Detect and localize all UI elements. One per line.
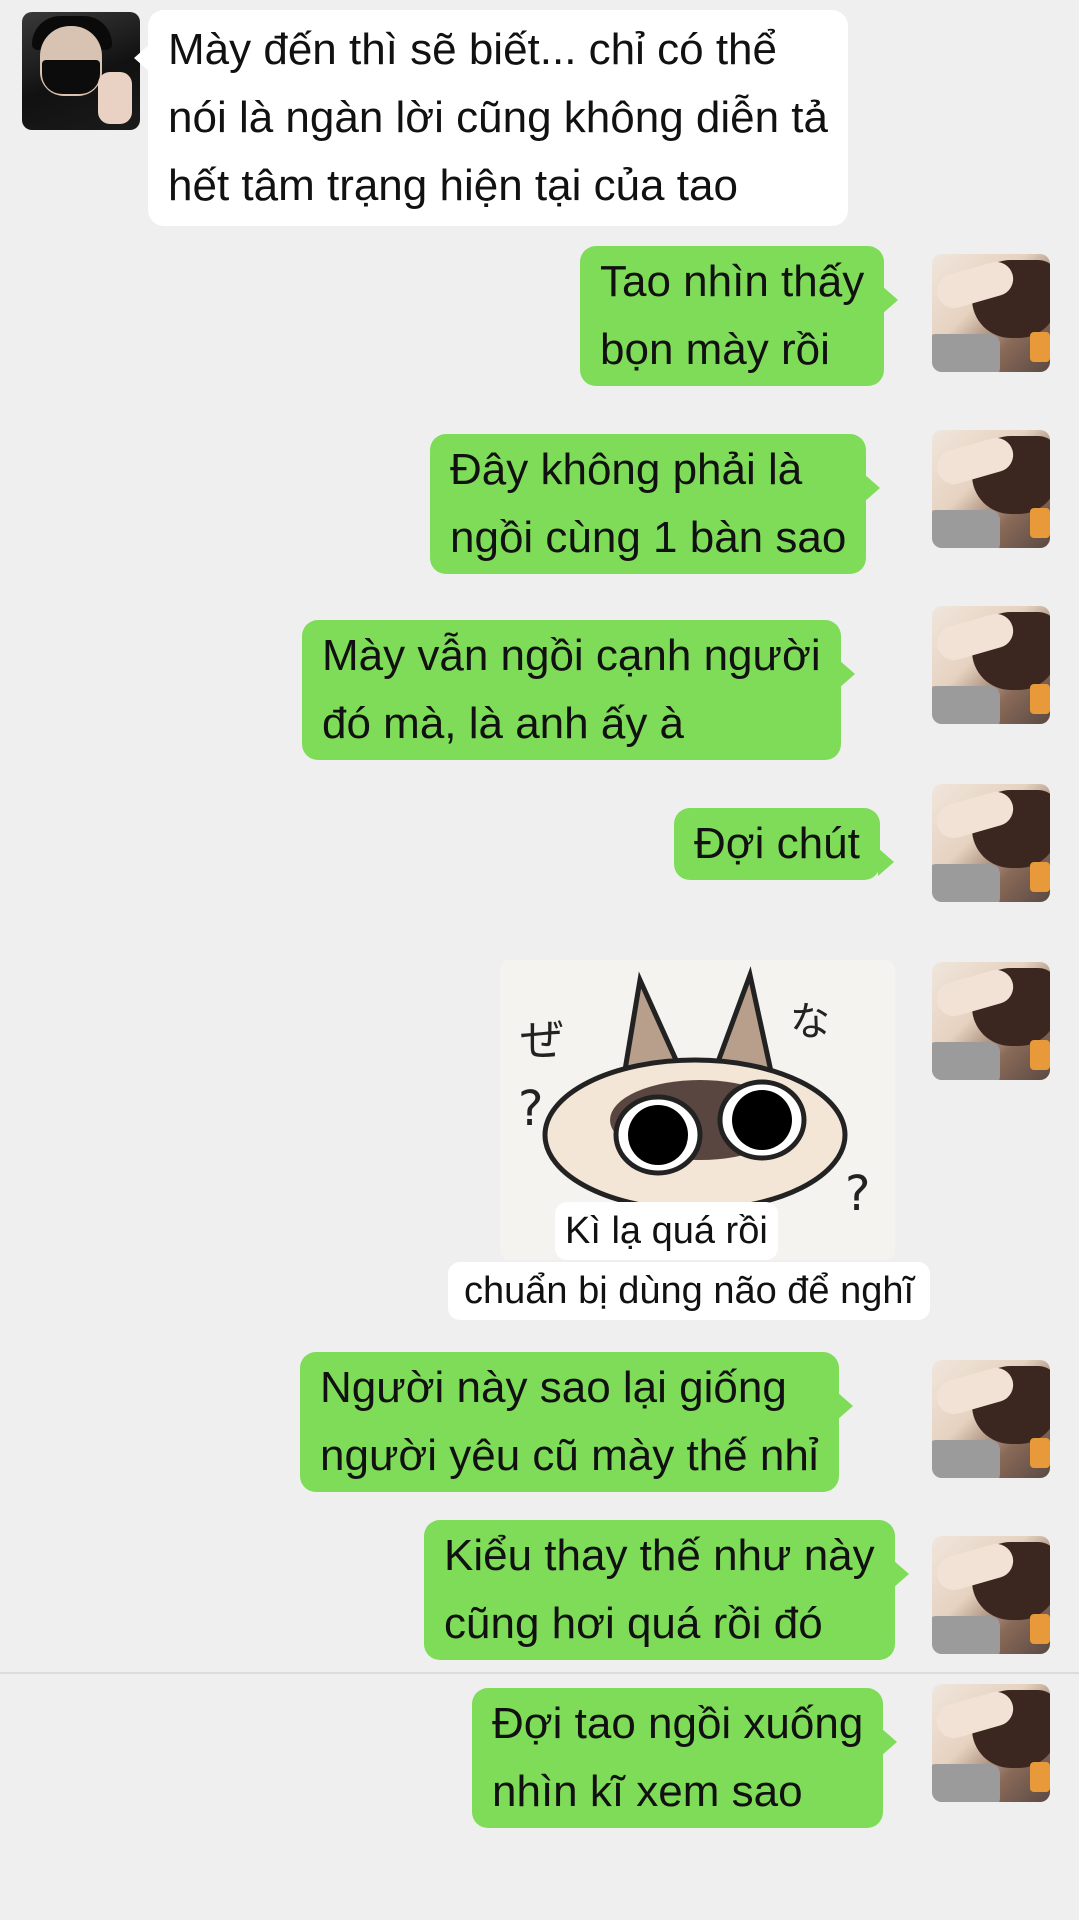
message-line: Tao nhìn thấy xyxy=(600,257,865,306)
sent-message-bubble[interactable]: Kiểu thay thế như này cũng hơi quá rồi đ… xyxy=(424,1520,909,1660)
sent-message-bubble[interactable]: Mày vẫn ngồi cạnh người đó mà, là anh ấy… xyxy=(302,620,855,760)
message-line: Người này sao lại giống xyxy=(320,1363,787,1412)
svg-text:な: な xyxy=(790,999,830,1045)
message-line: bọn mày rồi xyxy=(600,325,830,374)
my-avatar[interactable] xyxy=(932,430,1050,548)
divider xyxy=(0,1672,1079,1674)
sticker-caption: Kì lạ quá rồi xyxy=(555,1202,778,1260)
svg-text:ぜ: ぜ xyxy=(520,1015,564,1066)
avatar-sleeve xyxy=(932,1616,1000,1654)
message-line: Mày đến thì sẽ biết... chỉ có thể xyxy=(168,25,777,74)
friend-avatar[interactable] xyxy=(22,12,140,130)
avatar-accent xyxy=(1030,1614,1050,1644)
message-line: Mày vẫn ngồi cạnh người xyxy=(322,631,821,680)
avatar-sleeve xyxy=(932,1042,1000,1080)
sticker-caption-line: Kì lạ quá rồi xyxy=(565,1210,768,1252)
avatar-sleeve xyxy=(932,510,1000,548)
message-line: người yêu cũ mày thế nhỉ xyxy=(320,1431,819,1480)
avatar-mask xyxy=(42,60,100,94)
my-avatar[interactable] xyxy=(932,1684,1050,1802)
message-line: cũng hơi quá rồi đó xyxy=(444,1599,823,1648)
avatar-sleeve xyxy=(932,334,1000,372)
avatar-accent xyxy=(1030,332,1050,362)
sent-message-bubble[interactable]: Đợi tao ngồi xuống nhìn kĩ xem sao xyxy=(472,1688,898,1828)
avatar-accent xyxy=(1030,508,1050,538)
sent-message-bubble[interactable]: Đợi chút xyxy=(674,808,894,880)
avatar-sleeve xyxy=(932,1764,1000,1802)
my-avatar[interactable] xyxy=(932,784,1050,902)
my-avatar[interactable] xyxy=(932,1536,1050,1654)
avatar-sleeve xyxy=(932,864,1000,902)
message-line: nói là ngàn lời cũng không diễn tả xyxy=(168,93,828,142)
message-line: Đợi chút xyxy=(694,819,860,868)
avatar-sleeve xyxy=(932,1440,1000,1478)
sent-message-bubble[interactable]: Đây không phải là ngồi cùng 1 bàn sao xyxy=(430,434,881,574)
my-avatar[interactable] xyxy=(932,254,1050,372)
sticker-caption: chuẩn bị dùng não để nghĩ xyxy=(448,1262,931,1320)
message-line: hết tâm trạng hiện tại của tao xyxy=(168,161,738,210)
message-line: ngồi cùng 1 bàn sao xyxy=(450,513,847,562)
my-avatar[interactable] xyxy=(932,1360,1050,1478)
avatar-accent xyxy=(1030,684,1050,714)
message-line: Đợi tao ngồi xuống xyxy=(492,1699,864,1748)
avatar-sleeve xyxy=(932,686,1000,724)
message-line: đó mà, là anh ấy à xyxy=(322,699,685,748)
svg-text:?: ? xyxy=(518,1081,543,1137)
message-line: Đây không phải là xyxy=(450,445,803,494)
message-line: nhìn kĩ xem sao xyxy=(492,1767,803,1816)
received-message-bubble[interactable]: Mày đến thì sẽ biết... chỉ có thể nói là… xyxy=(134,10,848,226)
sticker-caption-line: chuẩn bị dùng não để nghĩ xyxy=(464,1270,915,1312)
avatar-accent xyxy=(1030,1438,1050,1468)
avatar-hand xyxy=(98,72,132,124)
sent-message-bubble[interactable]: Người này sao lại giống người yêu cũ mày… xyxy=(300,1352,853,1492)
avatar-accent xyxy=(1030,862,1050,892)
avatar-accent xyxy=(1030,1040,1050,1070)
my-avatar[interactable] xyxy=(932,962,1050,1080)
svg-text:?: ? xyxy=(845,1166,870,1222)
my-avatar[interactable] xyxy=(932,606,1050,724)
message-line: Kiểu thay thế như này xyxy=(444,1531,875,1580)
avatar-accent xyxy=(1030,1762,1050,1792)
sent-message-bubble[interactable]: Tao nhìn thấy bọn mày rồi xyxy=(580,246,899,386)
